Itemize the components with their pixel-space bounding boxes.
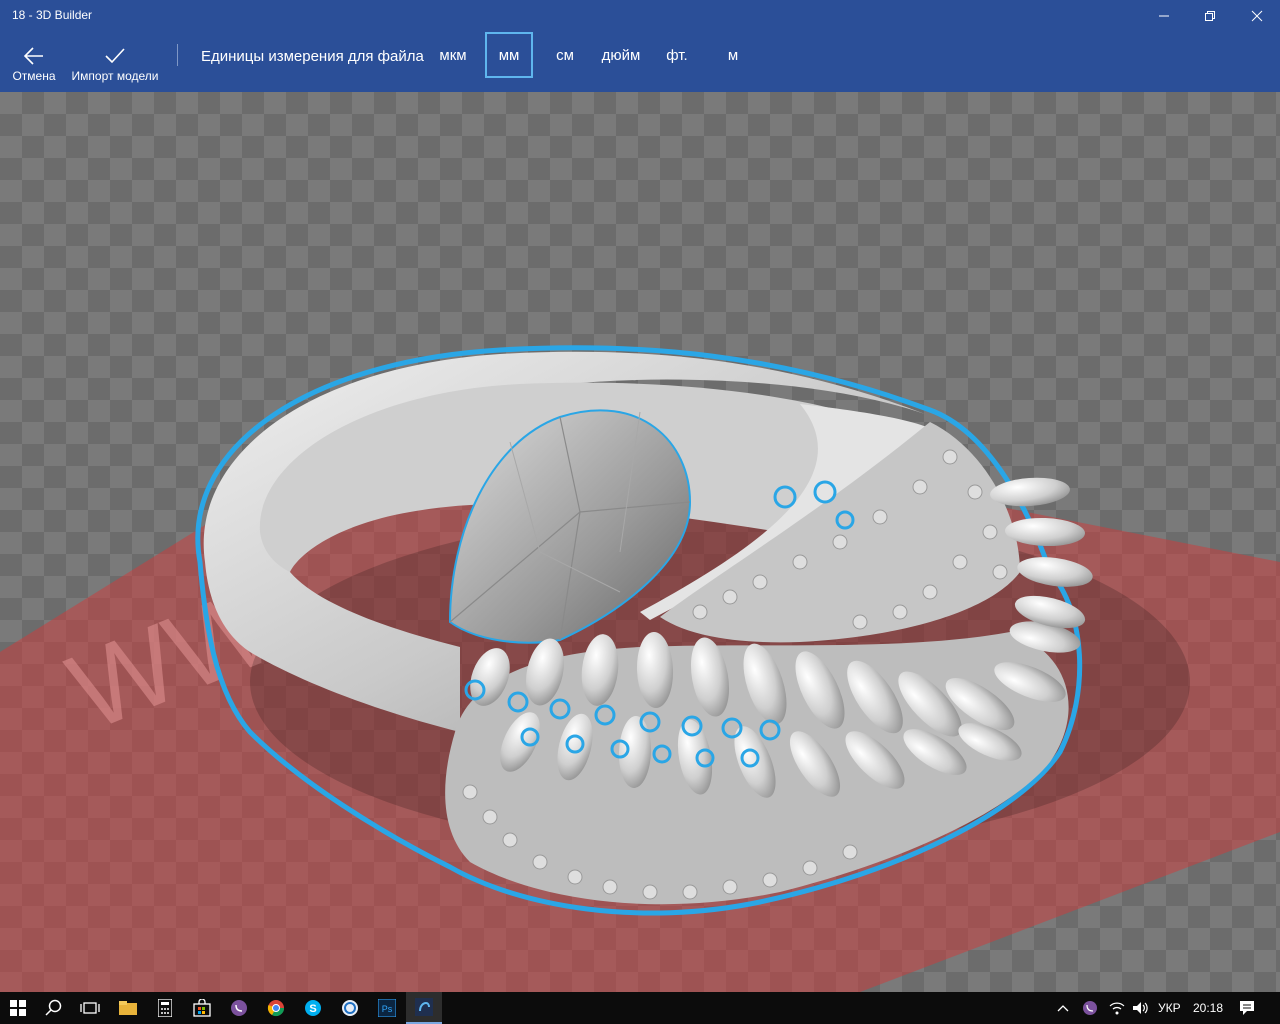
import-model-button[interactable]: Импорт модели [66, 32, 164, 92]
taskbar-viber[interactable] [221, 992, 257, 1024]
command-bar: Отмена Импорт модели Единицы измерения д… [0, 32, 1280, 92]
notifications-icon [1240, 1001, 1254, 1015]
volume-icon [1133, 1002, 1148, 1014]
clock-time[interactable]: 20:18 [1193, 1001, 1223, 1015]
start-button[interactable] [0, 992, 36, 1024]
svg-text:Ps: Ps [382, 1004, 393, 1014]
taskbar-file-explorer[interactable] [110, 992, 146, 1024]
photoshop-icon: Ps [378, 999, 396, 1017]
title-bar: 18 - 3D Builder [0, 0, 1280, 32]
3d-viewport[interactable]: WW [0, 92, 1280, 992]
svg-text:S: S [309, 1003, 316, 1015]
restore-button[interactable] [1187, 0, 1233, 32]
skype-icon: S [305, 1000, 321, 1016]
tray-volume[interactable] [1128, 992, 1154, 1024]
taskbar: S Ps УКР 20:18 [0, 992, 1280, 1024]
unit-option-cm[interactable]: см [544, 32, 586, 78]
unit-option-inch[interactable]: дюйм [596, 32, 646, 78]
task-view-icon [80, 1002, 100, 1014]
cancel-label: Отмена [12, 69, 56, 83]
store-icon [193, 999, 211, 1017]
app-icon [342, 1000, 358, 1016]
tray-show-hidden[interactable] [1050, 992, 1076, 1024]
search-button[interactable] [36, 992, 72, 1024]
restore-icon [1205, 11, 1215, 21]
taskbar-app[interactable] [332, 992, 368, 1024]
checkmark-icon [105, 48, 125, 64]
3d-builder-icon [415, 998, 433, 1016]
taskbar-calculator[interactable] [147, 992, 183, 1024]
task-view-button[interactable] [72, 992, 108, 1024]
tray-viber[interactable] [1076, 992, 1104, 1024]
close-icon [1251, 10, 1263, 22]
close-button[interactable] [1234, 0, 1280, 32]
taskbar-chrome[interactable] [258, 992, 294, 1024]
search-icon [45, 999, 62, 1016]
action-center-button[interactable] [1232, 992, 1262, 1024]
minimize-button[interactable] [1141, 0, 1187, 32]
chrome-icon [267, 1000, 285, 1017]
scene: WW [0, 345, 1280, 992]
tray-network[interactable] [1104, 992, 1130, 1024]
taskbar-3d-builder[interactable] [406, 992, 442, 1024]
taskbar-skype[interactable]: S [295, 992, 331, 1024]
windows-start-icon [10, 1000, 26, 1016]
calculator-icon [158, 999, 172, 1017]
cancel-button[interactable]: Отмена [4, 32, 64, 92]
unit-option-mkm[interactable]: мкм [432, 32, 474, 78]
import-label: Импорт модели [71, 69, 159, 83]
units-label: Единицы измерения для файла [201, 48, 424, 65]
window-title: 18 - 3D Builder [12, 8, 93, 22]
unit-option-mm-selected[interactable]: мм [485, 32, 533, 78]
file-explorer-icon [119, 1001, 137, 1015]
wifi-icon [1109, 1002, 1125, 1015]
viber-icon [231, 1000, 247, 1016]
chevron-up-icon [1057, 1005, 1069, 1012]
taskbar-photoshop[interactable]: Ps [369, 992, 405, 1024]
taskbar-store[interactable] [184, 992, 220, 1024]
viber-tray-icon [1083, 1001, 1097, 1015]
command-separator [177, 44, 178, 66]
unit-option-ft[interactable]: фт. [660, 32, 694, 78]
minimize-icon [1159, 15, 1169, 17]
input-language[interactable]: УКР [1158, 1001, 1181, 1015]
unit-option-m[interactable]: м [716, 32, 750, 78]
back-arrow-icon [23, 47, 43, 65]
